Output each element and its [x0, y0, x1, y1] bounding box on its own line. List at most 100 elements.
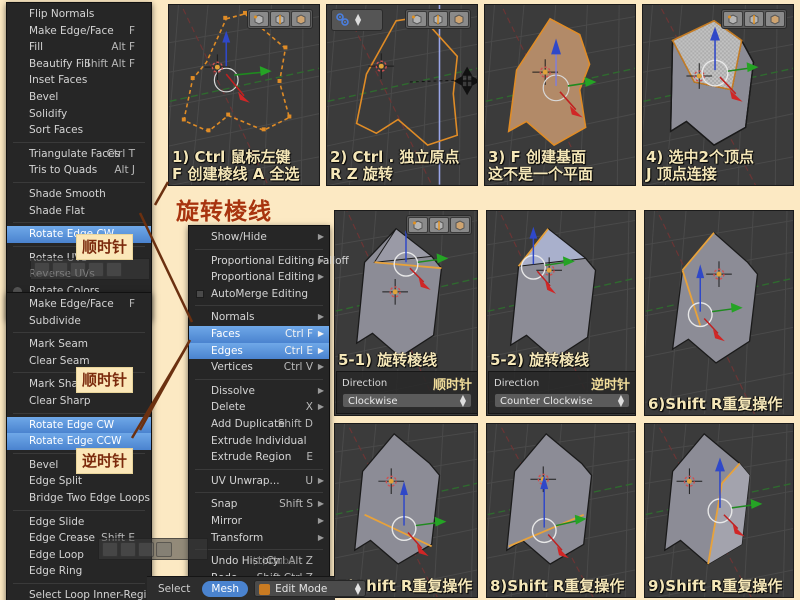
menu-item-mirror[interactable]: Mirror ▶: [189, 513, 329, 530]
viewport-panel-6[interactable]: 5-2) 旋转棱线 Direction 逆时针 Counter Clockwis…: [486, 210, 636, 416]
select-menu-button[interactable]: Select: [152, 582, 196, 596]
menu-item-delete[interactable]: Delete X ▶: [189, 399, 329, 416]
menu-item-triangulate-faces[interactable]: Triangulate Faces Ctrl T: [7, 146, 151, 163]
tool-button[interactable]: [156, 541, 172, 557]
viewport-panel-8[interactable]: 7)Shift R重复操作: [334, 423, 478, 598]
face-select-icon[interactable]: [291, 11, 311, 27]
menu-item-snap[interactable]: Snap Shift S ▶: [189, 496, 329, 513]
menu-item-proportional-editing-falloff[interactable]: Proportional Editing Falloff ▶: [189, 253, 349, 270]
menu-item-normals[interactable]: Normals ▶: [189, 309, 329, 326]
menu-item-select-loop-inner-region[interactable]: Select Loop Inner-Region: [7, 587, 160, 600]
menu-separator: [13, 582, 145, 584]
vertex-select-icon[interactable]: [408, 217, 428, 233]
direction-dropdown[interactable]: Counter Clockwise ▲ ▼: [494, 393, 630, 408]
blender-header-bar[interactable]: Select Mesh Edit Mode ▲ ▼: [147, 576, 367, 600]
tool-button[interactable]: [138, 541, 154, 557]
menu-item-shortcut: Alt F: [111, 41, 135, 54]
menu-item-automerge-editing[interactable]: AutoMerge Editing: [189, 286, 329, 303]
menu-item-show-hide[interactable]: Show/Hide ▶: [189, 229, 329, 246]
menu-item-fill[interactable]: Fill Alt F: [7, 39, 151, 56]
tool-button[interactable]: [106, 261, 122, 277]
menu-item-inset-faces[interactable]: Inset Faces: [7, 72, 151, 89]
face-select-icon[interactable]: [449, 11, 469, 27]
menu-item-tris-to-quads[interactable]: Tris to Quads Alt J: [7, 162, 151, 179]
menu-item-faces[interactable]: Faces Ctrl F ▶: [189, 325, 329, 343]
viewport-panel-10[interactable]: 9)Shift R重复操作: [644, 423, 794, 598]
menu-item-bevel[interactable]: Bevel: [7, 89, 151, 106]
menu-item-beautify-fill[interactable]: Beautify Fill Shift Alt F: [7, 56, 151, 73]
select-mode-buttons-1[interactable]: [247, 9, 313, 29]
tool-button[interactable]: [120, 541, 136, 557]
menu-item-rotate-edge-cw[interactable]: Rotate Edge CW: [7, 416, 151, 434]
viewport-panel-3[interactable]: 3) F 创建基面 这不是一个平面: [484, 4, 636, 186]
vertex-select-icon[interactable]: [723, 11, 743, 27]
checkbox-icon[interactable]: [196, 289, 204, 298]
face-select-icon[interactable]: [765, 11, 785, 27]
viewport-panel-4[interactable]: 4) 选中2个顶点 J 顶点连接: [642, 4, 794, 186]
operator-redo-panel-2[interactable]: Direction 逆时针 Counter Clockwise ▲ ▼: [488, 371, 635, 414]
direction-dropdown[interactable]: Clockwise ▲ ▼: [342, 393, 472, 408]
vertex-select-icon[interactable]: [249, 11, 269, 27]
menu-item-dissolve[interactable]: Dissolve ▶: [189, 383, 329, 400]
menu-item-subdivide[interactable]: Subdivide: [7, 313, 151, 330]
tool-button[interactable]: [88, 261, 104, 277]
menu-item-label: Inset Faces: [29, 74, 88, 87]
menu-item-proportional-editing[interactable]: Proportional Editing ▶: [189, 269, 329, 286]
operator-redo-panel-1[interactable]: Direction 顺时针 Clockwise ▲ ▼: [336, 371, 477, 414]
menu-item-bridge-two-edge-loops[interactable]: Bridge Two Edge Loops: [7, 490, 151, 507]
tool-button[interactable]: [34, 261, 50, 277]
menu-item-edge-slide[interactable]: Edge Slide: [7, 514, 151, 531]
menu-item-make-edge-face[interactable]: Make Edge/Face F: [7, 296, 151, 313]
menu-item-sort-faces[interactable]: Sort Faces: [7, 122, 151, 139]
menu-item-vertices[interactable]: Vertices Ctrl V ▶: [189, 359, 329, 376]
viewport-panel-9[interactable]: 8)Shift R重复操作: [486, 423, 636, 598]
select-mode-buttons-4[interactable]: [721, 9, 787, 29]
tool-button[interactable]: [52, 261, 68, 277]
menu-item-shade-smooth[interactable]: Shade Smooth: [7, 186, 151, 203]
tool-button[interactable]: [102, 541, 118, 557]
menu-item-clear-sharp[interactable]: Clear Sharp: [7, 393, 151, 410]
select-mode-buttons-5[interactable]: [406, 215, 472, 235]
menu-item-mark-seam[interactable]: Mark Seam: [7, 336, 151, 353]
viewport-panel-5[interactable]: 5-1) 旋转棱线 Direction 顺时针 Clockwise ▲ ▼: [334, 210, 478, 416]
edge-select-icon[interactable]: [270, 11, 290, 27]
viewport-panel-2[interactable]: ▲ ▼ 2) Ctrl . 独立原点 R Z 旋转: [326, 4, 478, 186]
menu-item-transform[interactable]: Transform ▶: [189, 530, 329, 547]
direction-value: Clockwise: [348, 396, 398, 407]
menu-item-label: AutoMerge Editing: [211, 287, 309, 300]
tool-button[interactable]: [70, 261, 86, 277]
menu-item-label: Shade Smooth: [29, 187, 106, 200]
menu-separator: [195, 492, 323, 494]
menu-item-uv-unwrap[interactable]: UV Unwrap... U ▶: [189, 473, 329, 490]
menu-item-extrude-region[interactable]: Extrude Region E: [189, 449, 329, 466]
viewport-scene-10: [645, 424, 793, 597]
menu-item-add-duplicate[interactable]: Add Duplicate Shift D: [189, 416, 329, 433]
menu-item-flip-normals[interactable]: Flip Normals: [7, 6, 151, 23]
mesh-menu[interactable]: Show/Hide ▶ Proportional Editing Falloff ▶ P…: [188, 225, 349, 600]
overlay-toolbar-lower[interactable]: [98, 538, 208, 560]
overlay-toolbar-upper[interactable]: [30, 258, 150, 280]
menu-item-label: Flip Normals: [29, 8, 95, 20]
vertex-select-icon[interactable]: [407, 11, 427, 27]
menu-item-shade-flat[interactable]: Shade Flat: [7, 203, 151, 220]
menu-item-edge-ring[interactable]: Edge Ring: [7, 563, 151, 580]
menu-item-make-edge-face[interactable]: Make Edge/Face F: [7, 23, 151, 40]
interaction-mode-selector[interactable]: Edit Mode ▲ ▼: [254, 580, 367, 597]
menu-item-label: Delete: [211, 401, 246, 414]
menu-item-solidify[interactable]: Solidify: [7, 106, 151, 123]
select-mode-buttons-2[interactable]: [405, 9, 471, 29]
pivot-point-selector-2[interactable]: ▲ ▼: [331, 9, 383, 31]
mesh-menu-button[interactable]: Mesh: [202, 580, 249, 597]
menu-separator: [13, 141, 145, 143]
viewport-panel-7[interactable]: 6)Shift R重复操作: [644, 210, 794, 416]
panel-caption-6: 5-2) 旋转棱线: [490, 351, 590, 369]
pivot-updown-arrows[interactable]: ▲ ▼: [355, 13, 361, 27]
viewport-panel-1[interactable]: 1) Ctrl 鼠标左键 F 创建棱线 A 全选: [168, 4, 320, 186]
menu-item-extrude-individual[interactable]: Extrude Individual: [189, 433, 329, 450]
edge-select-icon[interactable]: [744, 11, 764, 27]
menu-item-edges[interactable]: Edges Ctrl E ▶: [189, 342, 329, 360]
face-select-icon[interactable]: [450, 217, 470, 233]
edge-select-icon[interactable]: [429, 217, 449, 233]
edge-select-icon[interactable]: [428, 11, 448, 27]
menu-item-edge-split[interactable]: Edge Split: [7, 473, 151, 490]
